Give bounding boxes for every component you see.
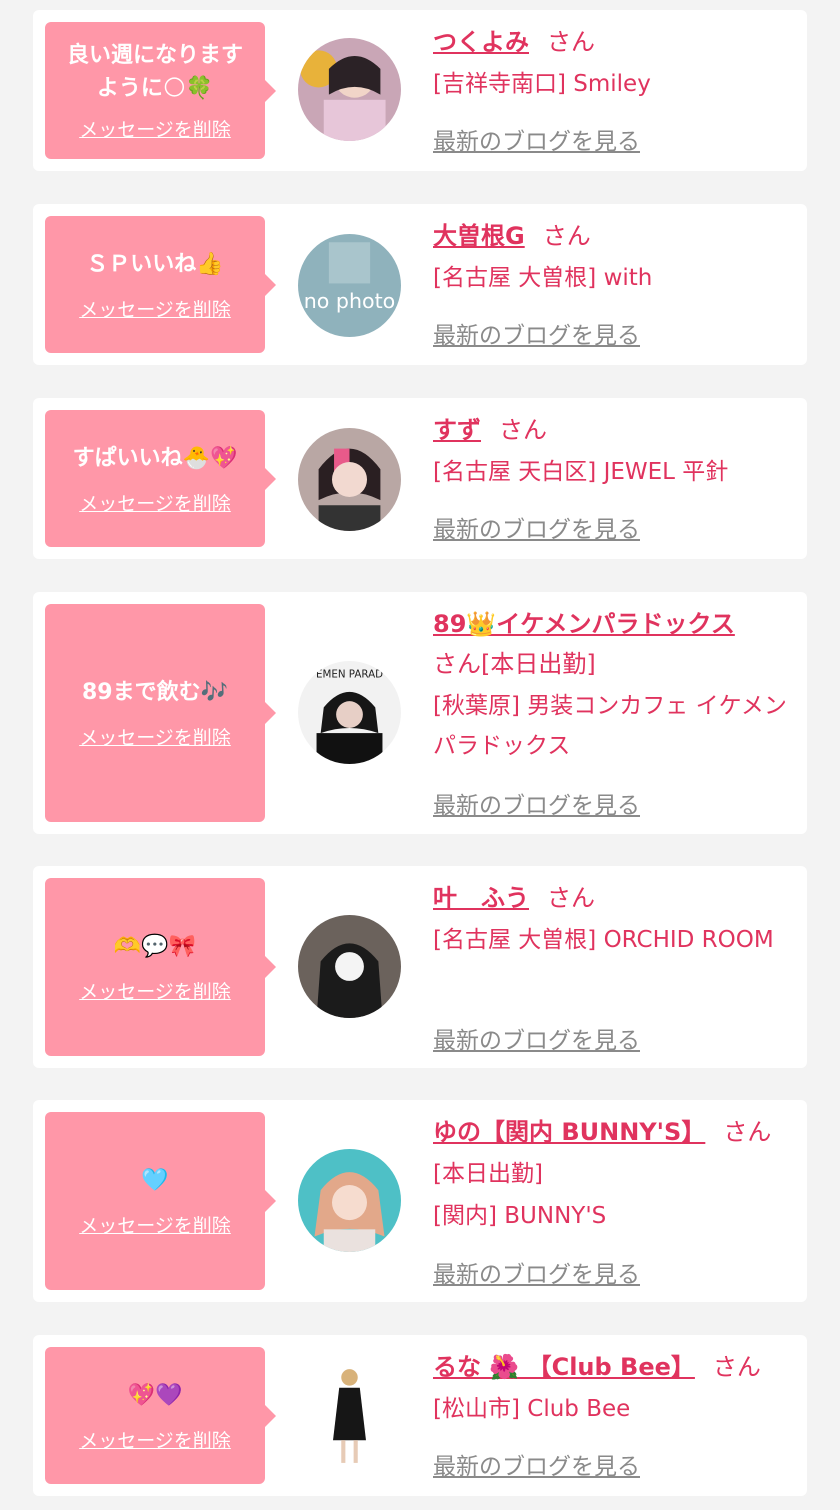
no-photo-avatar[interactable]: no photo xyxy=(298,234,401,337)
honorific: さん xyxy=(433,650,481,678)
shop-name: [吉祥寺南口] Smiley xyxy=(433,71,651,97)
svg-text:no photo: no photo xyxy=(304,289,396,313)
avatar[interactable] xyxy=(298,38,401,141)
list-item: 💖💜 メッセージを削除 るな 🌺 【Club Bee】 さん [松山市] Club… xyxy=(33,1335,807,1496)
shop-name: [関内] BUNNY'S xyxy=(433,1203,607,1229)
avatar[interactable] xyxy=(298,1363,401,1466)
message-text: 🫶💬🎀 xyxy=(113,934,197,959)
message-text: 💖💜 xyxy=(127,1382,183,1408)
list-item: 🩵 メッセージを削除 ゆの【関内 BUNNY'S】 さん [本日出勤] [関内] … xyxy=(33,1100,807,1302)
latest-blog-link[interactable]: 最新のブログを見る xyxy=(433,1255,640,1289)
message-bubble: ＳＰいいね👍 メッセージを削除 xyxy=(45,216,276,353)
status-badge: [本日出勤] xyxy=(433,1161,543,1187)
avatar[interactable] xyxy=(298,428,401,531)
delete-message-link[interactable]: メッセージを削除 xyxy=(79,1426,231,1453)
latest-blog-link[interactable]: 最新のブログを見る xyxy=(433,510,640,544)
message-text: ＳＰいいね👍 xyxy=(86,251,224,277)
user-name-link[interactable]: すず xyxy=(433,416,481,444)
shop-name: [秋葉原] 男装コンカフェ イケメンパラドックス xyxy=(433,693,787,759)
list-item: すぱいいね🐣💖 メッセージを削除 すず さん [名古屋 天白区] JEWEL 平針… xyxy=(33,398,807,559)
status-badge: [本日出勤] xyxy=(481,650,596,678)
honorific: さん xyxy=(499,416,547,444)
delete-message-link[interactable]: メッセージを削除 xyxy=(79,295,231,322)
user-name-link[interactable]: るな 🌺 【Club Bee】 xyxy=(433,1353,695,1381)
message-bubble: 🫶💬🎀 メッセージを削除 xyxy=(45,878,276,1056)
delete-message-link[interactable]: メッセージを削除 xyxy=(79,977,231,1004)
message-text: 89まで飲む🎶 xyxy=(81,680,228,705)
shop-name: [松山市] Club Bee xyxy=(433,1396,631,1422)
avatar[interactable]: EMEN PARAD xyxy=(298,661,401,764)
svg-text:EMEN PARAD: EMEN PARAD xyxy=(316,668,383,680)
avatar[interactable] xyxy=(298,1149,401,1252)
avatar[interactable] xyxy=(298,915,401,1018)
message-bubble: 💖💜 メッセージを削除 xyxy=(45,1347,276,1484)
delete-message-link[interactable]: メッセージを削除 xyxy=(79,723,231,750)
list-item: ＳＰいいね👍 メッセージを削除 no photo 大曽根G さん [名古屋 大曽根… xyxy=(33,204,807,365)
message-bubble: 89まで飲む🎶 メッセージを削除 xyxy=(45,604,276,822)
message-text: 🩵 xyxy=(141,1168,169,1193)
latest-blog-link[interactable]: 最新のブログを見る xyxy=(433,1447,640,1481)
delete-message-link[interactable]: メッセージを削除 xyxy=(79,1211,231,1238)
shop-name: [名古屋 大曽根] with xyxy=(433,265,653,291)
list-item: 89まで飲む🎶 メッセージを削除 EMEN PARAD 89👑イケメンパラドック… xyxy=(33,592,807,834)
user-name-link[interactable]: 大曽根G xyxy=(433,222,525,250)
message-list: 良い週になります ように🌕🍀 メッセージを削除 つくよみ さん [吉祥寺南口] S… xyxy=(0,0,840,1510)
honorific: さん xyxy=(712,1353,761,1381)
message-text: 良い週になります ように🌕🍀 xyxy=(66,43,243,101)
user-name-link[interactable]: つくよみ xyxy=(433,28,529,56)
latest-blog-link[interactable]: 最新のブログを見る xyxy=(433,122,640,156)
list-item: 🫶💬🎀 メッセージを削除 叶 ふう さん [名古屋 大曽根] ORCHID ROO… xyxy=(33,866,807,1068)
latest-blog-link[interactable]: 最新のブログを見る xyxy=(433,316,640,350)
latest-blog-link[interactable]: 最新のブログを見る xyxy=(433,786,640,820)
shop-name: [名古屋 天白区] JEWEL 平針 xyxy=(433,459,729,485)
message-bubble: 良い週になります ように🌕🍀 メッセージを削除 xyxy=(45,22,276,159)
latest-blog-link[interactable]: 最新のブログを見る xyxy=(433,1021,640,1055)
message-bubble: すぱいいね🐣💖 メッセージを削除 xyxy=(45,410,276,547)
honorific: さん xyxy=(547,884,595,912)
delete-message-link[interactable]: メッセージを削除 xyxy=(79,489,231,516)
list-item: 良い週になります ように🌕🍀 メッセージを削除 つくよみ さん [吉祥寺南口] S… xyxy=(33,10,807,171)
message-text: すぱいいね🐣💖 xyxy=(72,445,238,471)
user-name-link[interactable]: ゆの【関内 BUNNY'S】 xyxy=(433,1118,705,1146)
honorific: さん xyxy=(542,222,591,250)
honorific: さん xyxy=(723,1118,772,1146)
user-name-link[interactable]: 89👑イケメンパラドックス xyxy=(433,610,735,638)
shop-name: [名古屋 大曽根] ORCHID ROOM xyxy=(433,927,774,953)
honorific: さん xyxy=(547,28,595,56)
delete-message-link[interactable]: メッセージを削除 xyxy=(79,115,231,142)
message-bubble: 🩵 メッセージを削除 xyxy=(45,1112,276,1290)
user-name-link[interactable]: 叶 ふう xyxy=(433,884,529,912)
